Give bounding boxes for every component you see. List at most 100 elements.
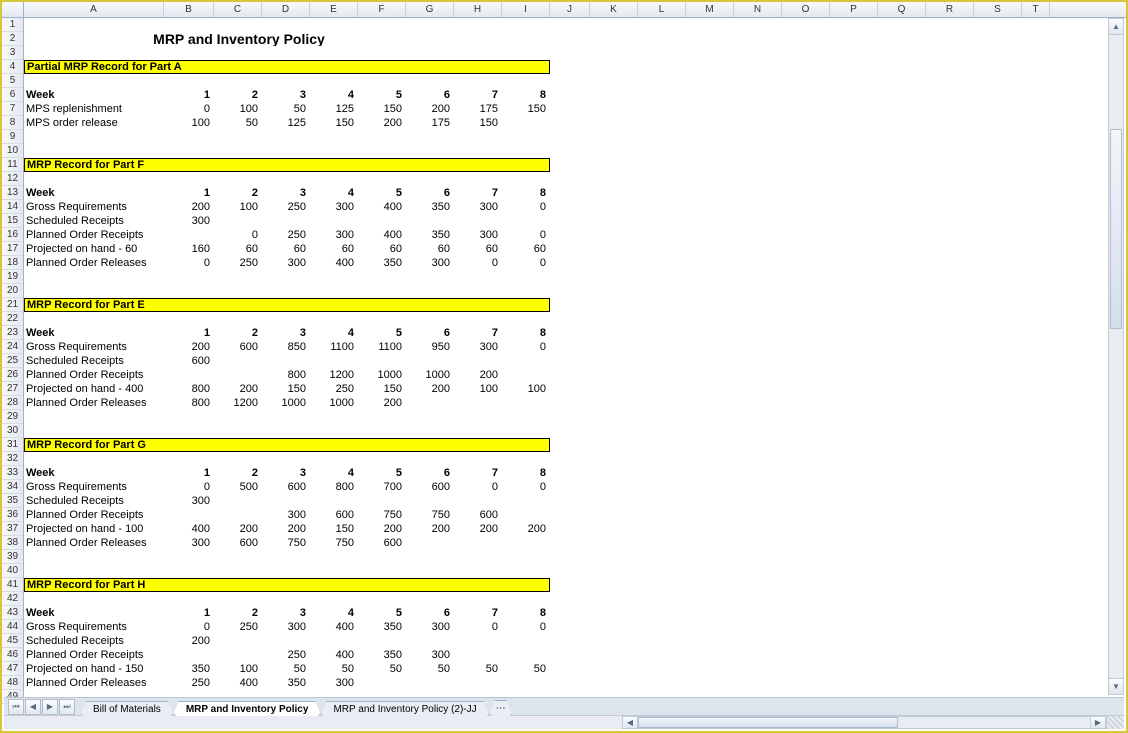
row-header-25[interactable]: 25	[2, 354, 23, 368]
data-cell[interactable]: 150	[356, 382, 404, 396]
data-cell[interactable]: 2	[212, 606, 260, 620]
data-cell[interactable]	[452, 214, 500, 228]
row-header-43[interactable]: 43	[2, 606, 23, 620]
data-cell[interactable]: 350	[356, 256, 404, 270]
row-header-40[interactable]: 40	[2, 564, 23, 578]
data-cell[interactable]: 0	[164, 102, 212, 116]
data-cell[interactable]	[500, 648, 548, 662]
data-cell[interactable]	[500, 634, 548, 648]
data-cell[interactable]: 3	[260, 606, 308, 620]
col-header-M[interactable]: M	[686, 2, 734, 17]
data-cell[interactable]: 300	[452, 228, 500, 242]
data-cell[interactable]	[212, 634, 260, 648]
data-cell[interactable]: 750	[260, 536, 308, 550]
data-cell[interactable]	[500, 508, 548, 522]
data-cell[interactable]: 250	[308, 382, 356, 396]
horizontal-scroll-thumb[interactable]	[638, 717, 898, 728]
data-cell[interactable]: 6	[404, 186, 452, 200]
data-cell[interactable]	[452, 396, 500, 410]
data-cell[interactable]: 200	[404, 102, 452, 116]
data-cell[interactable]: 250	[260, 648, 308, 662]
data-cell[interactable]	[404, 536, 452, 550]
data-cell[interactable]	[356, 354, 404, 368]
data-cell[interactable]	[452, 536, 500, 550]
data-cell[interactable]: 250	[260, 228, 308, 242]
data-cell[interactable]: 350	[404, 228, 452, 242]
row-header-11[interactable]: 11	[2, 158, 23, 172]
data-cell[interactable]: 150	[308, 522, 356, 536]
row-header-6[interactable]: 6	[2, 88, 23, 102]
data-cell[interactable]: 0	[500, 340, 548, 354]
row-header-10[interactable]: 10	[2, 144, 23, 158]
data-cell[interactable]: 600	[260, 480, 308, 494]
data-cell[interactable]: 60	[500, 242, 548, 256]
row-header-12[interactable]: 12	[2, 172, 23, 186]
data-cell[interactable]	[260, 494, 308, 508]
data-cell[interactable]	[404, 494, 452, 508]
vertical-scrollbar[interactable]: ▲ ▼	[1108, 18, 1124, 695]
row-header-27[interactable]: 27	[2, 382, 23, 396]
data-cell[interactable]	[212, 368, 260, 382]
sheet-tab-overflow[interactable]: ⋯	[489, 700, 513, 716]
data-cell[interactable]: 4	[308, 88, 356, 102]
data-cell[interactable]	[452, 634, 500, 648]
data-cell[interactable]: 300	[308, 200, 356, 214]
data-cell[interactable]: 1200	[212, 396, 260, 410]
row-header-1[interactable]: 1	[2, 18, 23, 32]
data-cell[interactable]: 400	[164, 522, 212, 536]
tab-nav-first[interactable]: ⏮	[8, 699, 24, 715]
data-cell[interactable]: 4	[308, 606, 356, 620]
data-cell[interactable]	[212, 508, 260, 522]
data-cell[interactable]: 8	[500, 606, 548, 620]
data-cell[interactable]: 300	[260, 256, 308, 270]
data-cell[interactable]: 8	[500, 186, 548, 200]
data-cell[interactable]: 1000	[260, 396, 308, 410]
data-cell[interactable]: 50	[260, 102, 308, 116]
data-cell[interactable]: 0	[500, 228, 548, 242]
data-cell[interactable]: 400	[212, 676, 260, 690]
row-header-36[interactable]: 36	[2, 508, 23, 522]
scroll-right-button[interactable]: ▶	[1090, 716, 1106, 729]
data-cell[interactable]: 750	[308, 536, 356, 550]
data-cell[interactable]: 150	[452, 116, 500, 130]
horizontal-scrollbar[interactable]: ◀ ▶	[4, 715, 1124, 729]
data-cell[interactable]: 6	[404, 606, 452, 620]
data-cell[interactable]: 6	[404, 326, 452, 340]
data-cell[interactable]: 800	[308, 480, 356, 494]
row-header-42[interactable]: 42	[2, 592, 23, 606]
data-cell[interactable]: 50	[452, 662, 500, 676]
data-cell[interactable]: 8	[500, 88, 548, 102]
data-cell[interactable]	[500, 494, 548, 508]
row-header-23[interactable]: 23	[2, 326, 23, 340]
data-cell[interactable]: 160	[164, 242, 212, 256]
data-cell[interactable]: 750	[404, 508, 452, 522]
data-cell[interactable]: 3	[260, 326, 308, 340]
row-header-13[interactable]: 13	[2, 186, 23, 200]
row-header-29[interactable]: 29	[2, 410, 23, 424]
tab-nav-last[interactable]: ⏭	[59, 699, 75, 715]
data-cell[interactable]: 700	[356, 480, 404, 494]
scroll-up-button[interactable]: ▲	[1109, 19, 1123, 35]
data-cell[interactable]	[356, 494, 404, 508]
col-header-J[interactable]: J	[550, 2, 590, 17]
row-header-37[interactable]: 37	[2, 522, 23, 536]
col-header-Q[interactable]: Q	[878, 2, 926, 17]
data-cell[interactable]: 0	[452, 620, 500, 634]
data-cell[interactable]: 600	[308, 508, 356, 522]
data-cell[interactable]	[500, 676, 548, 690]
data-cell[interactable]	[404, 214, 452, 228]
data-cell[interactable]: 500	[212, 480, 260, 494]
data-cell[interactable]: 125	[260, 116, 308, 130]
data-cell[interactable]: 125	[308, 102, 356, 116]
data-cell[interactable]	[308, 354, 356, 368]
data-cell[interactable]: 150	[260, 382, 308, 396]
window-resizer[interactable]	[1106, 716, 1124, 729]
sheet-tab[interactable]: MRP and Inventory Policy	[173, 701, 322, 716]
data-cell[interactable]: 100	[212, 200, 260, 214]
row-header-3[interactable]: 3	[2, 46, 23, 60]
data-cell[interactable]	[164, 368, 212, 382]
data-cell[interactable]: 200	[356, 396, 404, 410]
data-cell[interactable]: 1000	[404, 368, 452, 382]
data-cell[interactable]: 1100	[308, 340, 356, 354]
data-cell[interactable]: 2	[212, 88, 260, 102]
